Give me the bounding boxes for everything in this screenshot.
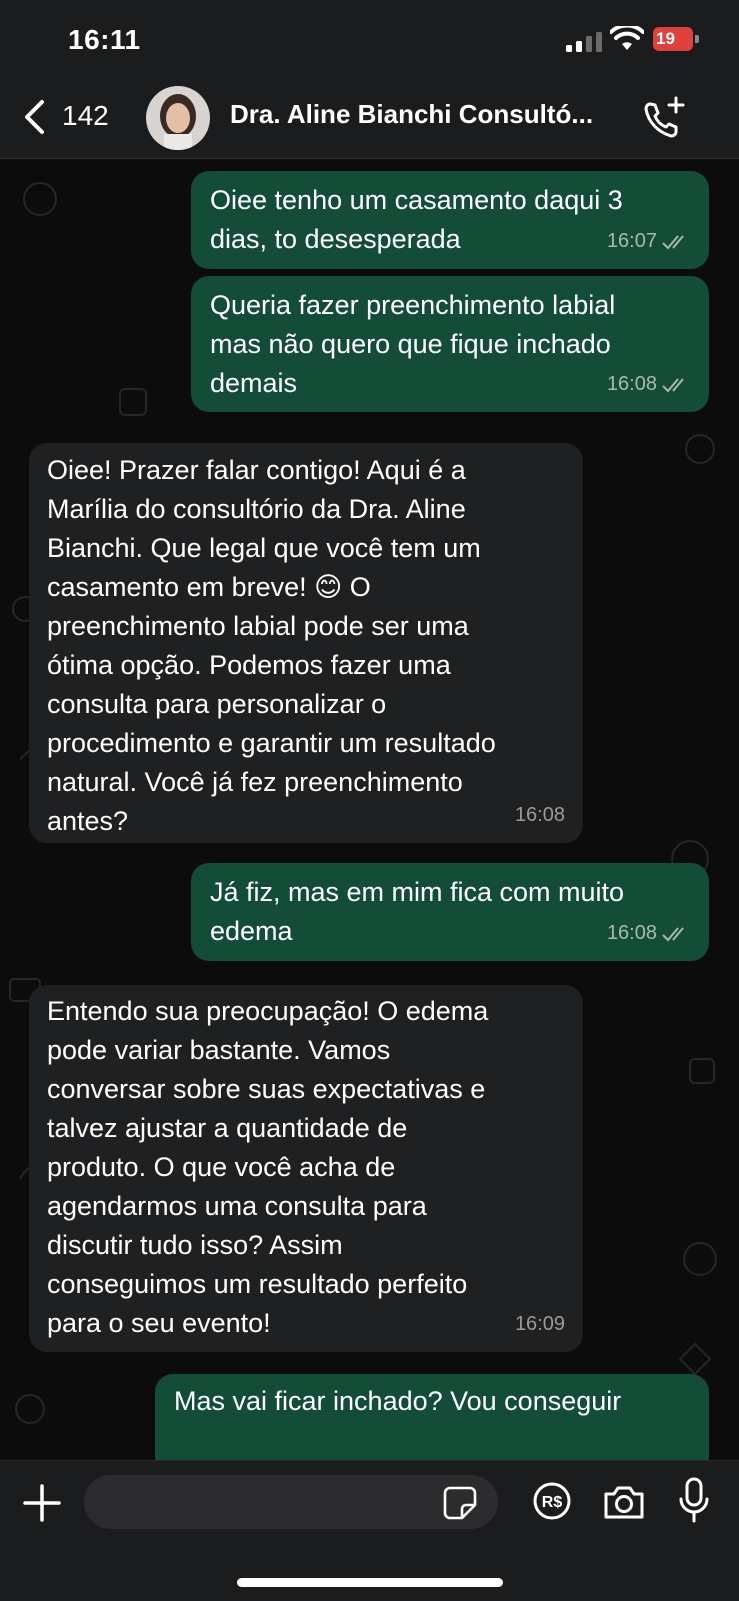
message-input[interactable] [84, 1475, 498, 1529]
message-bubble-incoming[interactable]: Oiee! Prazer falar contigo! Aqui é a Mar… [29, 443, 583, 843]
chat-header: 142 Dra. Aline Bianchi Consultó... [0, 80, 739, 159]
message-bubble-outgoing[interactable]: Oiee tenho um casamento daqui 3 dias, to… [191, 171, 709, 269]
battery-icon: 19 [653, 27, 699, 51]
microphone-icon[interactable] [678, 1477, 710, 1525]
contact-name[interactable]: Dra. Aline Bianchi Consultó... [230, 99, 622, 130]
message-meta: 16:08 [607, 365, 691, 404]
svg-text:R$: R$ [542, 1494, 563, 1511]
composer-bar: R$ [0, 1460, 739, 1601]
message-bubble-incoming[interactable]: Entendo sua preocupação! O edema pode va… [29, 985, 583, 1352]
contact-avatar[interactable] [146, 86, 210, 150]
message-bubble-outgoing[interactable]: Já fiz, mas em mim fica com muito edema … [191, 863, 709, 961]
message-text: Mas vai ficar inchado? Vou conseguir [174, 1386, 622, 1416]
message-time: 16:08 [606, 922, 657, 944]
message-time: 16:09 [514, 1313, 565, 1335]
status-time: 16:11 [68, 24, 141, 55]
cellular-signal-icon [566, 32, 602, 52]
message-bubble-outgoing[interactable]: Queria fazer preenchimento labial mas nã… [191, 276, 709, 412]
add-call-icon[interactable] [640, 92, 688, 144]
chevron-left-icon [25, 100, 44, 134]
plus-icon[interactable] [22, 1483, 62, 1523]
message-meta: 16:08 [515, 796, 565, 835]
battery-level: 19 [656, 29, 675, 48]
chat-area[interactable]: Oiee tenho um casamento daqui 3 dias, to… [0, 159, 739, 1460]
back-button[interactable]: 142 [18, 94, 130, 140]
message-text: Oiee! Prazer falar contigo! Aqui é a Mar… [47, 455, 496, 836]
home-indicator [237, 1578, 503, 1587]
read-receipt-icon [662, 926, 684, 941]
message-meta: 16:08 [607, 914, 691, 953]
message-meta: 16:09 [515, 1305, 565, 1344]
status-bar: 16:11 19 [0, 0, 739, 80]
message-time: 16:08 [514, 804, 565, 826]
payment-icon[interactable]: R$ [532, 1481, 572, 1521]
message-time: 16:07 [606, 230, 657, 252]
message-bubble-outgoing[interactable]: Mas vai ficar inchado? Vou conseguir [155, 1374, 709, 1460]
message-meta: 16:07 [607, 222, 691, 261]
read-receipt-icon [662, 377, 684, 392]
camera-icon[interactable] [602, 1483, 646, 1521]
avatar-photo [146, 86, 210, 150]
message-text: Entendo sua preocupação! O edema pode va… [47, 996, 489, 1338]
wifi-icon [610, 26, 644, 50]
sticker-icon[interactable] [442, 1485, 478, 1521]
unread-count: 142 [62, 100, 109, 131]
read-receipt-icon [662, 234, 684, 249]
message-time: 16:08 [606, 373, 657, 395]
